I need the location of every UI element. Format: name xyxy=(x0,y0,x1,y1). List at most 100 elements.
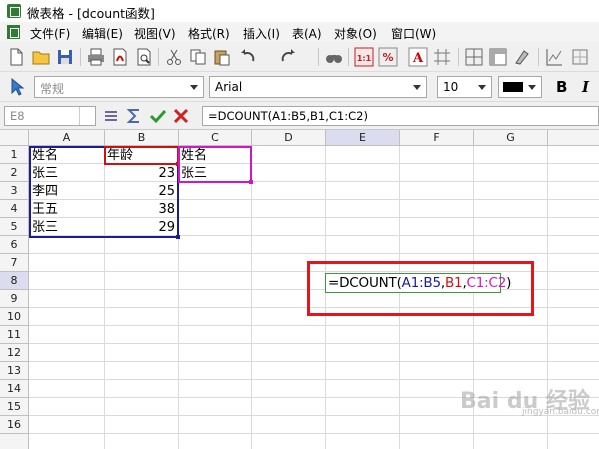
row-header-16[interactable]: 16 xyxy=(0,416,29,434)
row-header-17[interactable] xyxy=(0,434,29,449)
cell-style-select[interactable]: 常规 xyxy=(34,76,204,98)
print-icon[interactable] xyxy=(86,47,106,67)
column-header-a[interactable]: A xyxy=(29,130,105,146)
row-header-14[interactable]: 14 xyxy=(0,380,29,398)
row-header-11[interactable]: 11 xyxy=(0,326,29,344)
redo-icon[interactable] xyxy=(278,47,298,67)
chevron-down-icon[interactable] xyxy=(408,77,426,97)
name-box[interactable]: E8 xyxy=(4,106,96,126)
accept-icon[interactable] xyxy=(149,107,167,125)
pdf-export-icon[interactable] xyxy=(110,47,130,67)
zoom-1to1-icon[interactable]: 1:1 xyxy=(354,47,374,67)
row-header-15[interactable]: 15 xyxy=(0,398,29,416)
cell-a5[interactable]: 张三 xyxy=(30,219,104,237)
sum-icon[interactable] xyxy=(125,107,143,125)
chevron-down-icon[interactable] xyxy=(79,107,95,125)
row-header-5[interactable]: 5 xyxy=(0,218,29,236)
cell-a1[interactable]: 姓名 xyxy=(30,147,104,165)
formula-ref-c1-c2: C1:C2 xyxy=(466,275,507,291)
bold-button[interactable]: B xyxy=(556,78,567,96)
row-header-7[interactable]: 7 xyxy=(0,254,29,272)
cell-b4[interactable]: 38 xyxy=(105,201,178,219)
save-icon[interactable] xyxy=(55,47,75,67)
font-size-select[interactable]: 10 xyxy=(437,76,492,98)
cell-a4[interactable]: 王五 xyxy=(30,201,104,219)
toolbar-separator xyxy=(158,48,159,66)
range-handle[interactable] xyxy=(176,235,180,239)
grid-line xyxy=(251,146,252,449)
cell-a2[interactable]: 张三 xyxy=(30,165,104,183)
range-handle[interactable] xyxy=(176,162,180,166)
column-header-h[interactable] xyxy=(548,130,599,146)
row-header-1[interactable]: 1 xyxy=(0,146,29,164)
column-header-e[interactable]: E xyxy=(326,130,400,146)
grid-line xyxy=(29,433,599,434)
undo-icon[interactable] xyxy=(238,47,258,67)
row-header-3[interactable]: 3 xyxy=(0,182,29,200)
cut-icon[interactable] xyxy=(164,47,184,67)
more-icon[interactable] xyxy=(570,47,590,67)
row-header-10[interactable]: 10 xyxy=(0,308,29,326)
row-header-6[interactable]: 6 xyxy=(0,236,29,254)
cell-e8-editor[interactable]: =DCOUNT(A1:B5,B1,C1:C2) xyxy=(325,273,511,293)
menu-view[interactable]: 视图(V) xyxy=(134,25,176,42)
cell-a3[interactable]: 李四 xyxy=(30,183,104,201)
paste-icon[interactable] xyxy=(212,47,232,67)
chevron-down-icon[interactable] xyxy=(185,77,203,97)
pointer-icon[interactable] xyxy=(7,77,27,97)
column-header-c[interactable]: C xyxy=(179,130,252,146)
freeze-icon[interactable] xyxy=(488,47,508,67)
menu-file[interactable]: 文件(F) xyxy=(30,25,70,42)
new-file-icon[interactable] xyxy=(6,47,26,67)
print-preview-icon[interactable] xyxy=(134,47,154,67)
chevron-down-icon[interactable] xyxy=(473,77,491,97)
function-list-icon[interactable] xyxy=(103,108,119,124)
select-all-corner[interactable] xyxy=(0,130,29,146)
italic-button[interactable]: I xyxy=(582,78,589,96)
clear-format-icon[interactable] xyxy=(512,47,532,67)
menu-window[interactable]: 窗口(W) xyxy=(391,25,436,42)
window-title: 微表格 - [dcount函数] xyxy=(27,6,155,21)
formula-input[interactable]: =DCOUNT(A1:B5,B1,C1:C2) xyxy=(202,106,599,126)
text-color-icon[interactable]: A xyxy=(408,47,428,67)
row-header-2[interactable]: 2 xyxy=(0,164,29,182)
chevron-down-icon[interactable] xyxy=(523,77,541,97)
copy-icon[interactable] xyxy=(188,47,208,67)
toolbar-separator xyxy=(80,48,81,66)
svg-text:%: % xyxy=(382,51,393,64)
column-header-g[interactable]: G xyxy=(474,130,548,146)
percent-icon[interactable]: % xyxy=(378,47,398,67)
open-folder-icon[interactable] xyxy=(31,47,51,67)
title-bar: 微表格 - [dcount函数] xyxy=(0,0,599,22)
column-header-d[interactable]: D xyxy=(252,130,326,146)
cell-c2[interactable]: 张三 xyxy=(179,165,251,183)
column-header-f[interactable]: F xyxy=(400,130,474,146)
row-header-8[interactable]: 8 xyxy=(0,272,29,290)
borders-icon[interactable] xyxy=(464,47,484,67)
spreadsheet-grid[interactable]: A B C D E F G 1 2 3 4 5 6 7 8 9 10 11 12… xyxy=(0,130,599,449)
row-header-12[interactable]: 12 xyxy=(0,344,29,362)
grid-icon[interactable] xyxy=(432,47,452,67)
row-header-9[interactable]: 9 xyxy=(0,290,29,308)
cell-b3[interactable]: 25 xyxy=(105,183,178,201)
cell-b1[interactable]: 年龄 xyxy=(105,147,178,165)
row-header-4[interactable]: 4 xyxy=(0,200,29,218)
menu-object[interactable]: 对象(O) xyxy=(334,25,377,42)
menu-edit[interactable]: 编辑(E) xyxy=(82,25,123,42)
cancel-icon[interactable] xyxy=(172,107,190,125)
font-name-select[interactable]: Arial xyxy=(209,76,427,98)
cell-c1[interactable]: 姓名 xyxy=(179,147,251,165)
find-icon[interactable] xyxy=(324,47,344,67)
chart-icon[interactable] xyxy=(544,47,564,67)
cell-b5[interactable]: 29 xyxy=(105,219,178,237)
menu-format[interactable]: 格式(R) xyxy=(188,25,230,42)
cell-b2[interactable]: 23 xyxy=(105,165,178,183)
range-handle[interactable] xyxy=(249,180,253,184)
font-color-select[interactable] xyxy=(498,76,542,98)
document-icon[interactable] xyxy=(7,25,20,39)
column-header-b[interactable]: B xyxy=(105,130,179,146)
menu-insert[interactable]: 插入(I) xyxy=(243,25,280,42)
formula-bar: E8 =DCOUNT(A1:B5,B1,C1:C2) xyxy=(0,102,599,130)
menu-table[interactable]: 表(A) xyxy=(292,25,322,42)
row-header-13[interactable]: 13 xyxy=(0,362,29,380)
